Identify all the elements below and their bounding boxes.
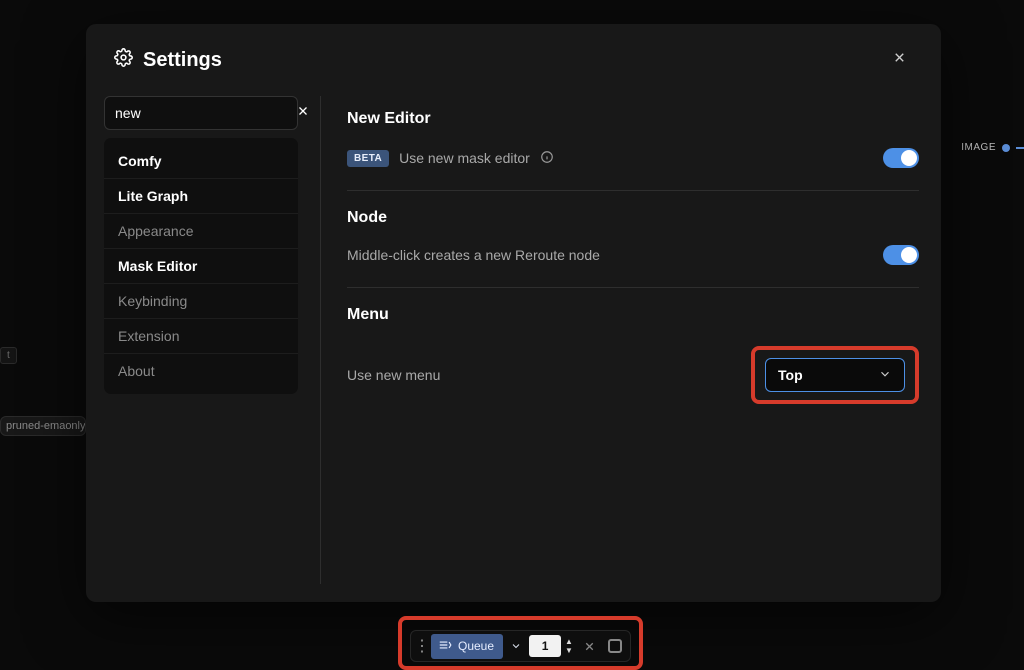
title-wrap: Settings (114, 48, 222, 72)
port-line-icon (1016, 147, 1024, 149)
row-desc: Use new mask editor (399, 150, 530, 166)
category-list: Comfy Lite Graph Appearance Mask Editor … (104, 138, 298, 394)
bottom-toolbar: ⋮ Queue 1 ▲ ▼ (410, 630, 631, 662)
modal-title: Settings (143, 49, 222, 72)
chevron-down-icon (878, 367, 892, 384)
bg-node-file: pruned-emaonly-fp (0, 416, 86, 436)
sidebar-item-keybinding[interactable]: Keybinding (104, 284, 298, 319)
queue-count[interactable]: 1 (529, 635, 561, 657)
settings-sidebar: Comfy Lite Graph Appearance Mask Editor … (104, 96, 298, 584)
sidebar-item-about[interactable]: About (104, 354, 298, 388)
toggle-knob (901, 247, 917, 263)
bg-port-image: IMAGE (953, 138, 1024, 157)
modal-body: Comfy Lite Graph Appearance Mask Editor … (86, 96, 941, 602)
queue-icon (438, 638, 452, 655)
row-desc: Middle-click creates a new Reroute node (347, 247, 600, 263)
port-dot-icon (1002, 144, 1010, 152)
dropdown-value: Top (778, 367, 803, 383)
cancel-button[interactable] (577, 640, 602, 653)
toggle-knob (901, 150, 917, 166)
highlight-box-toolbar: ⋮ Queue 1 ▲ ▼ (398, 616, 643, 670)
queue-button[interactable]: Queue (431, 634, 503, 659)
drag-handle-icon[interactable]: ⋮ (415, 636, 429, 656)
row-new-mask-editor: BETA Use new mask editor (347, 144, 919, 191)
settings-main: New Editor BETA Use new mask editor Node… (343, 96, 923, 584)
divider (320, 96, 321, 584)
close-button[interactable] (885, 46, 913, 74)
row-left: BETA Use new mask editor (347, 150, 554, 167)
section-title-menu: Menu (347, 306, 919, 324)
sidebar-item-mask-editor[interactable]: Mask Editor (104, 249, 298, 284)
settings-modal: Settings Comfy Lite Graph Appearance (86, 24, 941, 602)
search-clear-button[interactable] (296, 104, 310, 123)
stop-button[interactable] (608, 639, 622, 653)
row-label: Use new menu (347, 367, 440, 383)
queue-dropdown[interactable] (505, 640, 527, 652)
search-wrap[interactable] (104, 96, 298, 130)
modal-header: Settings (86, 24, 941, 96)
row-use-new-menu: Use new menu Top (347, 340, 919, 410)
queue-label: Queue (458, 639, 494, 653)
bg-port-image-label: IMAGE (961, 142, 996, 153)
search-input[interactable] (115, 105, 296, 121)
gear-icon (114, 48, 133, 72)
chevron-down-icon[interactable]: ▼ (565, 647, 573, 655)
chevron-up-icon[interactable]: ▲ (565, 638, 573, 646)
section-title-new-editor: New Editor (347, 110, 919, 128)
row-reroute-node: Middle-click creates a new Reroute node (347, 243, 919, 288)
close-icon (296, 104, 310, 123)
dropdown-new-menu[interactable]: Top (765, 358, 905, 392)
highlight-box-dropdown: Top (751, 346, 919, 404)
count-stepper[interactable]: ▲ ▼ (563, 638, 575, 655)
toggle-new-mask-editor[interactable] (883, 148, 919, 168)
sidebar-item-lite-graph[interactable]: Lite Graph (104, 179, 298, 214)
bg-node-label: t (0, 347, 17, 364)
section-title-node: Node (347, 209, 919, 227)
toggle-reroute[interactable] (883, 245, 919, 265)
close-icon (892, 50, 907, 70)
info-icon[interactable] (540, 150, 554, 167)
sidebar-item-appearance[interactable]: Appearance (104, 214, 298, 249)
beta-badge: BETA (347, 150, 389, 167)
sidebar-item-comfy[interactable]: Comfy (104, 144, 298, 179)
sidebar-item-extension[interactable]: Extension (104, 319, 298, 354)
